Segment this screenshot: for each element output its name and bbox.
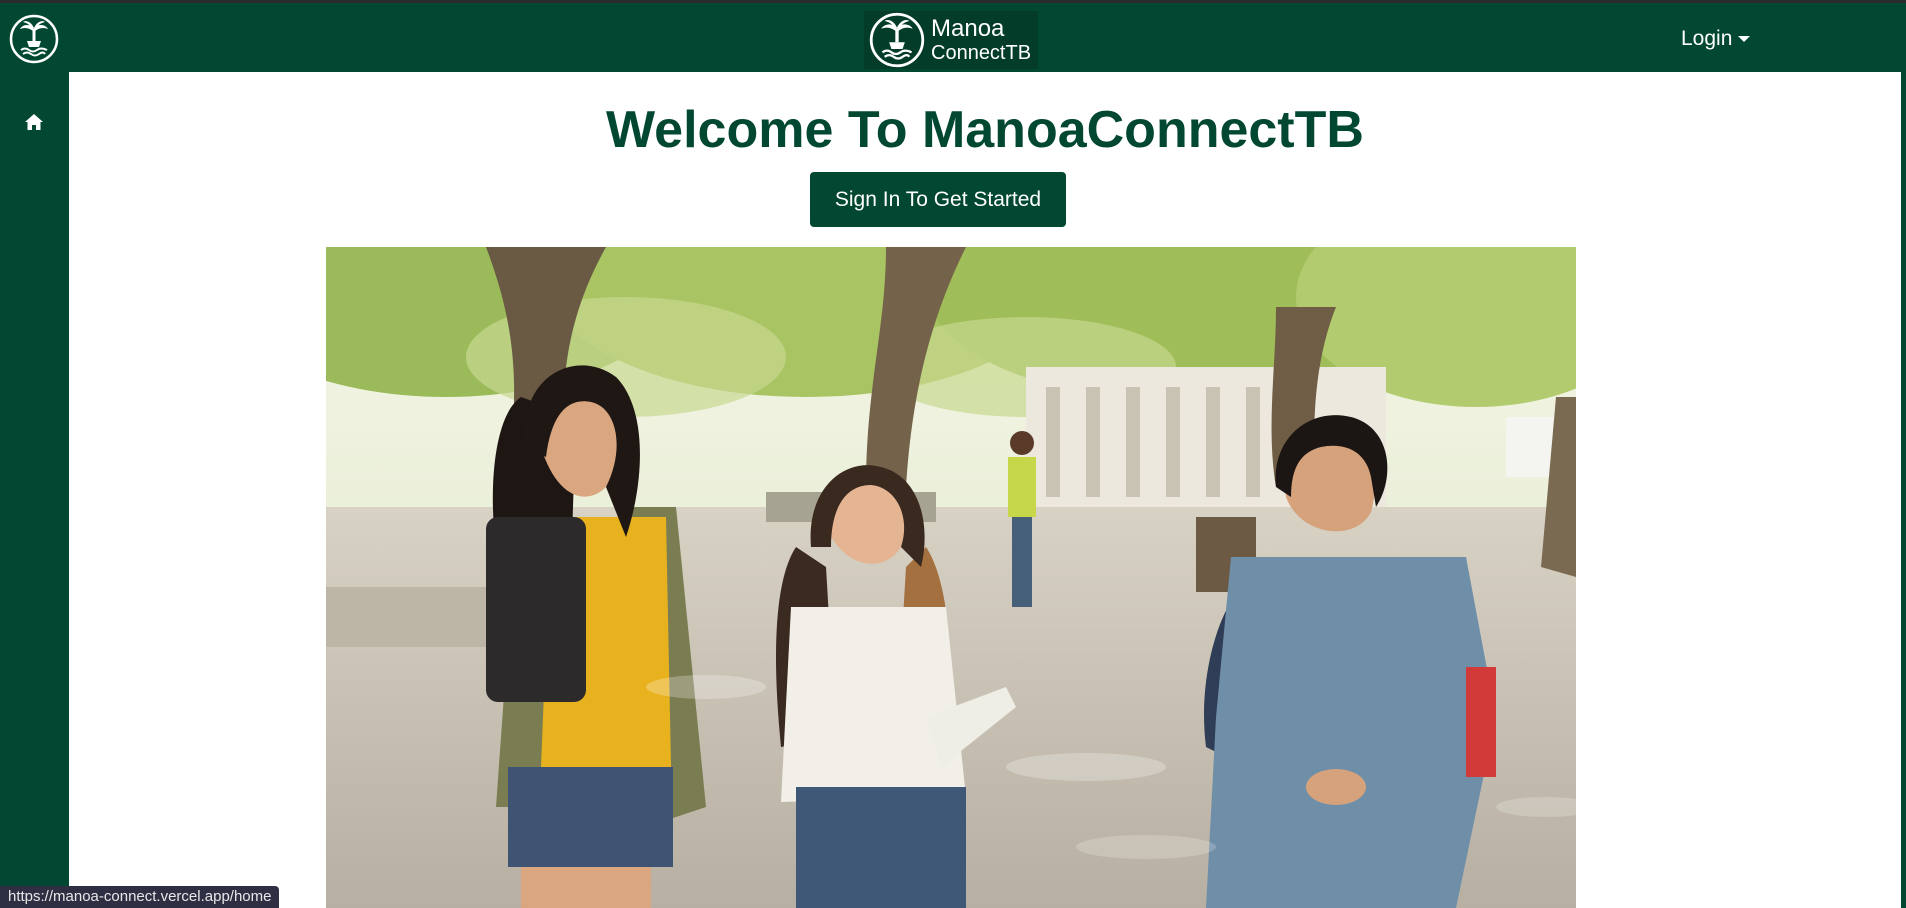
brand-name-line2: ConnectTB: [931, 42, 1032, 64]
palm-tree-logo-icon: [869, 12, 925, 68]
sign-in-button[interactable]: Sign In To Get Started: [810, 172, 1066, 227]
caret-down-icon: [1738, 36, 1751, 42]
campus-students-photo: [326, 247, 1576, 908]
right-edge-bar: [1901, 72, 1906, 908]
hero-image: [326, 247, 1576, 908]
login-label: Login: [1681, 27, 1733, 50]
brand-name-line1: Manoa: [931, 15, 1005, 42]
login-dropdown-toggle[interactable]: Login: [1681, 27, 1751, 51]
brand-name: Manoa ConnectTB: [931, 15, 1032, 64]
top-navbar: Manoa ConnectTB Login: [0, 3, 1906, 72]
palm-tree-logo-icon[interactable]: [9, 14, 59, 64]
status-bar-url: https://manoa-connect.vercel.app/home: [0, 886, 280, 908]
brand-home-link[interactable]: Manoa ConnectTB: [864, 11, 1038, 69]
home-icon[interactable]: [24, 112, 44, 132]
left-sidebar: [0, 72, 69, 908]
page-title: Welcome To ManoaConnectTB: [606, 101, 1364, 159]
